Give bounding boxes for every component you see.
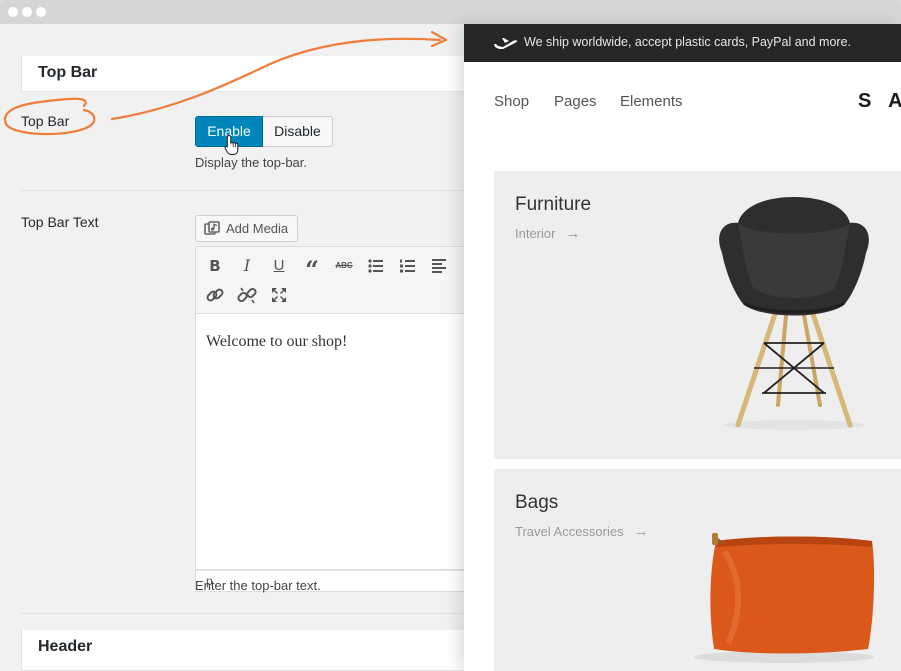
card-subtitle[interactable]: Interior → (515, 225, 580, 242)
nav-pages[interactable]: Pages (554, 93, 597, 110)
rich-text-editor: B I U “ ABC Welcome to our shop! (195, 246, 465, 570)
card-subtitle-text: Interior (515, 226, 556, 241)
header-section-header: Header (21, 630, 464, 671)
clutch-bag-image (694, 533, 875, 663)
strikethrough-icon[interactable]: ABC (333, 255, 355, 277)
section-divider (21, 613, 464, 614)
top-bar-text-field-label: Top Bar Text (21, 214, 99, 230)
browser-window: Top Bar Top Bar Enable Disable Display t… (0, 0, 901, 671)
store-logo[interactable]: S A (858, 90, 901, 113)
nav-shop[interactable]: Shop (494, 93, 529, 110)
editor-content[interactable]: Welcome to our shop! (206, 333, 347, 351)
italic-icon[interactable]: I (236, 255, 258, 277)
add-media-icon (204, 221, 220, 235)
arrow-right-icon: → (633, 523, 649, 540)
top-bar-text-description: Enter the top-bar text. (195, 578, 321, 593)
nav-elements[interactable]: Elements (620, 93, 683, 110)
arrow-right-icon: → (565, 225, 581, 242)
window-titlebar (0, 0, 901, 24)
card-subtitle-text: Travel Accessories (515, 524, 624, 539)
blockquote-icon[interactable]: “ (301, 255, 323, 284)
top-bar-message: We ship worldwide, accept plastic cards,… (524, 35, 852, 49)
underline-icon[interactable]: U (268, 255, 290, 277)
bulleted-list-icon[interactable] (365, 255, 387, 277)
fullscreen-icon[interactable] (268, 284, 290, 306)
chair-image (719, 197, 869, 430)
insert-link-icon[interactable] (204, 284, 226, 306)
annotation-arrow (3, 30, 448, 136)
window-dot-2[interactable] (22, 7, 32, 17)
category-card-bags[interactable]: Bags Travel Accessories → (494, 469, 901, 671)
card-title: Bags (515, 492, 559, 513)
bold-icon[interactable]: B (204, 255, 226, 277)
numbered-list-icon[interactable] (397, 255, 419, 277)
section-title: Header (38, 638, 93, 655)
category-card-furniture[interactable]: Furniture Interior → (494, 171, 901, 459)
window-dot-1[interactable] (8, 7, 18, 17)
add-media-label: Add Media (226, 221, 289, 236)
airplane-icon (494, 38, 517, 49)
store-preview: We ship worldwide, accept plastic cards,… (464, 24, 901, 671)
editor-toolbar: B I U “ ABC (196, 247, 465, 314)
section-divider (21, 190, 464, 191)
add-media-button[interactable]: Add Media (195, 215, 298, 242)
remove-link-icon[interactable] (236, 284, 258, 306)
store-top-bar: We ship worldwide, accept plastic cards,… (464, 24, 901, 62)
card-title: Furniture (515, 194, 592, 215)
top-bar-description: Display the top-bar. (195, 155, 308, 170)
window-dot-3[interactable] (36, 7, 46, 17)
card-subtitle[interactable]: Travel Accessories → (515, 523, 649, 540)
align-left-icon[interactable] (429, 255, 451, 277)
